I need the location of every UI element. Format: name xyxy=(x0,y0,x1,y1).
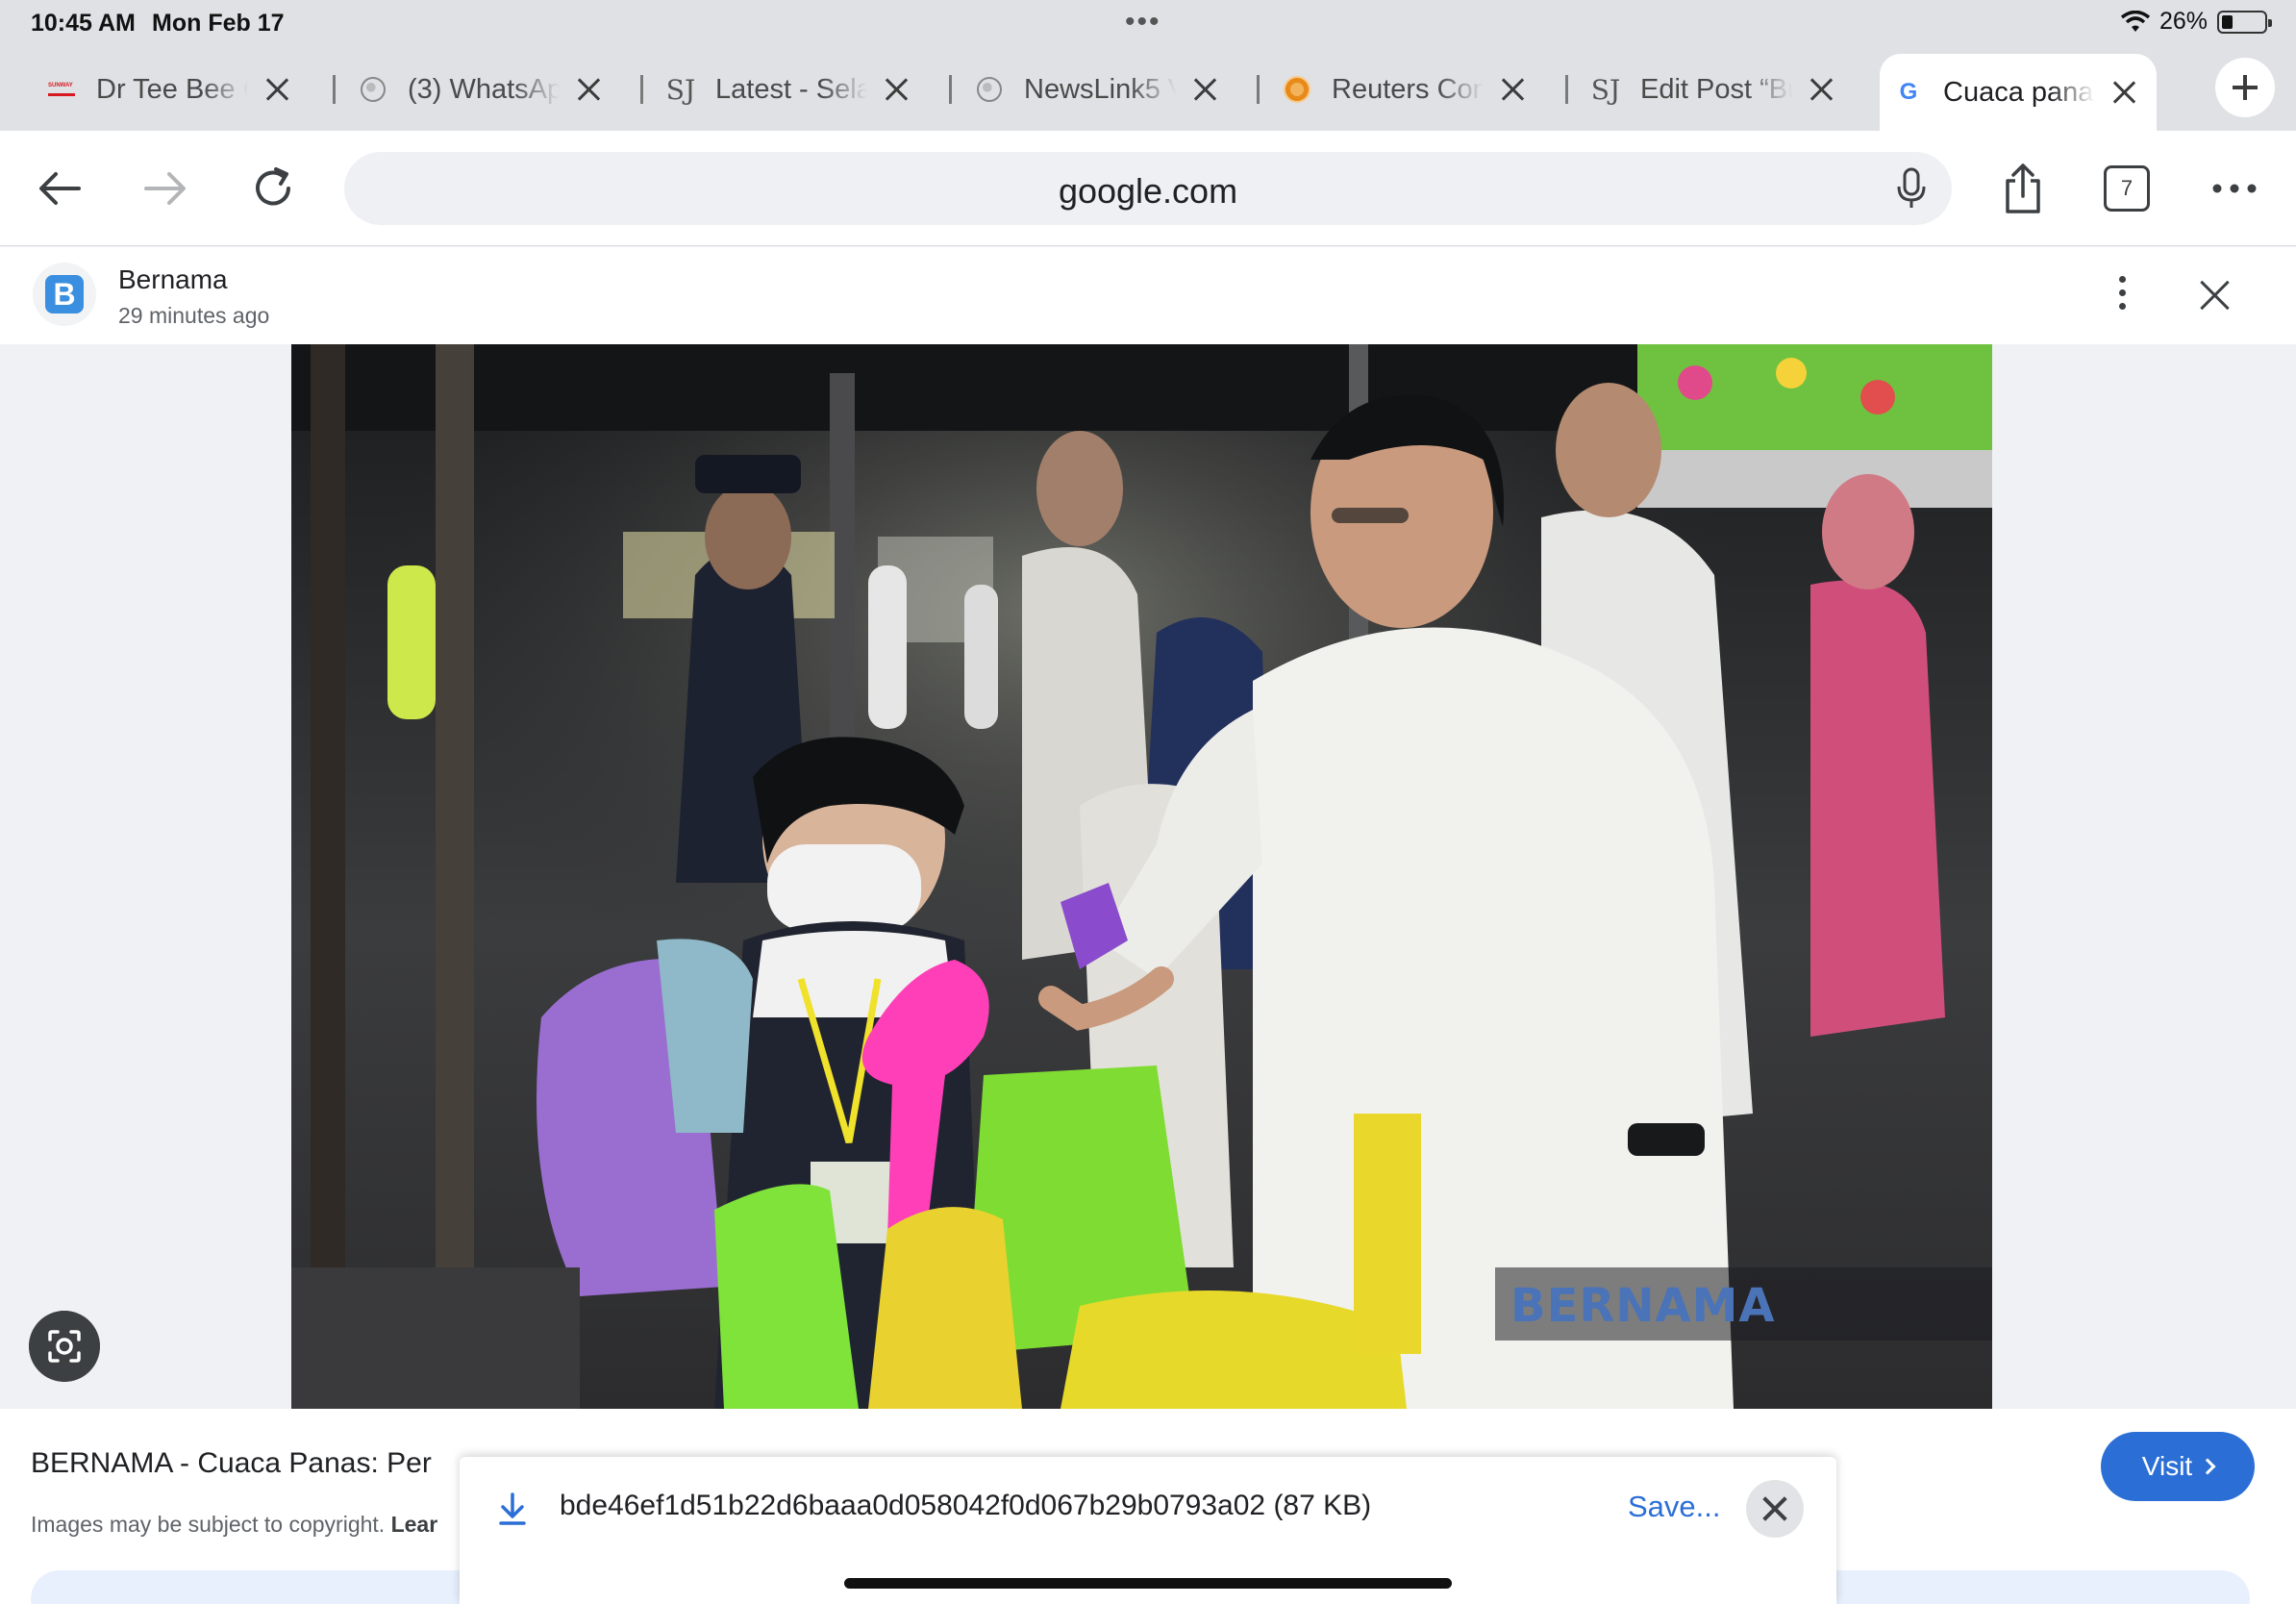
chevron-right-icon xyxy=(2199,1458,2216,1475)
status-bar: 10:45 AM Mon Feb 17 ••• 26% xyxy=(0,0,2296,46)
source-name[interactable]: Bernama xyxy=(118,264,228,295)
tab-label: Edit Post “Bu xyxy=(1640,73,1792,105)
image-source-header: B Bernama 29 minutes ago xyxy=(0,247,2296,344)
tab-strip: SUNWAY Dr Tee Bee C (3) WhatsAp SJ Lates… xyxy=(0,46,2296,131)
viewer-more-icon[interactable] xyxy=(2115,276,2129,314)
image-viewer: BERNAMA xyxy=(0,344,2296,1409)
result-title[interactable]: BERNAMA - Cuaca Panas: Per xyxy=(31,1447,463,1480)
source-timestamp: 29 minutes ago xyxy=(118,303,270,328)
status-indicators: 26% xyxy=(2120,8,2272,36)
tab-reuters[interactable]: Reuters Con xyxy=(1268,60,1545,119)
tab-label: Latest - Sela xyxy=(715,73,867,105)
battery-level xyxy=(2222,14,2233,29)
close-viewer-icon[interactable] xyxy=(2196,276,2234,314)
new-tab-button[interactable] xyxy=(2215,58,2275,117)
download-filename: bde46ef1d51b22d6baaa0d058042f0d067b29b07… xyxy=(560,1490,1372,1521)
copyright-notice: Images may be subject to copyright. Lear xyxy=(31,1512,454,1538)
tab-label: Dr Tee Bee C xyxy=(96,73,248,105)
visit-button[interactable]: Visit xyxy=(2101,1432,2255,1501)
status-date: Mon Feb 17 xyxy=(152,10,285,37)
tab-divider xyxy=(640,75,643,104)
more-options-icon[interactable] xyxy=(2208,162,2261,215)
browser-toolbar: google.com 7 xyxy=(0,131,2296,246)
battery-percent: 26% xyxy=(2159,8,2208,35)
google-g-icon: G xyxy=(1899,79,1918,105)
status-time: 10:45 AM xyxy=(31,10,136,37)
bernama-logo[interactable]: B xyxy=(33,263,96,326)
tab-divider xyxy=(1257,75,1260,104)
tab-label: Cuaca panas xyxy=(1943,76,2095,108)
address-bar[interactable]: google.com xyxy=(344,152,1952,225)
tab-newslink5[interactable]: NewsLink5 V xyxy=(961,60,1237,119)
close-download-icon[interactable] xyxy=(1746,1480,1804,1538)
globe-icon xyxy=(360,76,387,103)
tab-label: (3) WhatsAp xyxy=(408,73,560,105)
multitasking-dots-icon[interactable]: ••• xyxy=(1125,6,1161,38)
close-tab-icon[interactable] xyxy=(1189,73,1222,106)
tab-switcher-button[interactable]: 7 xyxy=(2104,165,2150,212)
tab-label: NewsLink5 V xyxy=(1024,73,1176,105)
tab-divider xyxy=(949,75,952,104)
close-tab-icon[interactable] xyxy=(1497,73,1530,106)
sj-favicon: SJ xyxy=(1590,73,1621,106)
tab-divider xyxy=(333,75,336,104)
google-lens-icon[interactable] xyxy=(29,1311,100,1382)
globe-icon xyxy=(976,76,1003,103)
share-icon[interactable] xyxy=(1996,162,2050,215)
tab-label: Reuters Con xyxy=(1332,73,1484,105)
wifi-icon xyxy=(2120,10,2150,32)
sj-favicon: SJ xyxy=(665,73,696,106)
download-icon xyxy=(499,1492,526,1525)
close-tab-icon[interactable] xyxy=(881,73,913,106)
close-tab-icon[interactable] xyxy=(573,73,606,106)
reload-icon[interactable] xyxy=(246,162,300,215)
learn-more-link[interactable]: Lear xyxy=(391,1512,438,1537)
reuters-favicon xyxy=(1284,76,1310,103)
news-photo[interactable]: BERNAMA xyxy=(291,344,1992,1409)
save-download-button[interactable]: Save... xyxy=(1628,1490,1721,1524)
tab-dr-tee-bee[interactable]: SUNWAY Dr Tee Bee C xyxy=(33,60,310,119)
visit-label: Visit xyxy=(2141,1451,2193,1481)
watermark-text: BERNAMA xyxy=(1510,1279,1776,1333)
bernama-watermark: BERNAMA xyxy=(1495,1267,1992,1341)
microphone-icon[interactable] xyxy=(1894,167,1929,210)
home-indicator[interactable] xyxy=(844,1578,1452,1589)
forward-arrow-icon[interactable] xyxy=(138,162,192,215)
copyright-text: Images may be subject to copyright. xyxy=(31,1512,391,1537)
close-tab-icon[interactable] xyxy=(262,73,294,106)
close-tab-icon[interactable] xyxy=(1806,73,1838,106)
tab-cuaca-panas[interactable]: G Cuaca panas xyxy=(1880,54,2157,131)
sunway-favicon: SUNWAY xyxy=(48,76,75,103)
tab-edit-post[interactable]: SJ Edit Post “Bu xyxy=(1577,60,1854,119)
photo-illustration xyxy=(291,344,1992,1409)
url-text: google.com xyxy=(1058,171,1238,211)
close-tab-icon[interactable] xyxy=(2109,76,2141,109)
tab-latest-selangor[interactable]: SJ Latest - Sela xyxy=(652,60,929,119)
tab-divider xyxy=(1565,75,1568,104)
tab-whatsapp[interactable]: (3) WhatsAp xyxy=(344,60,621,119)
back-arrow-icon[interactable] xyxy=(33,162,87,215)
battery-icon xyxy=(2217,10,2272,34)
